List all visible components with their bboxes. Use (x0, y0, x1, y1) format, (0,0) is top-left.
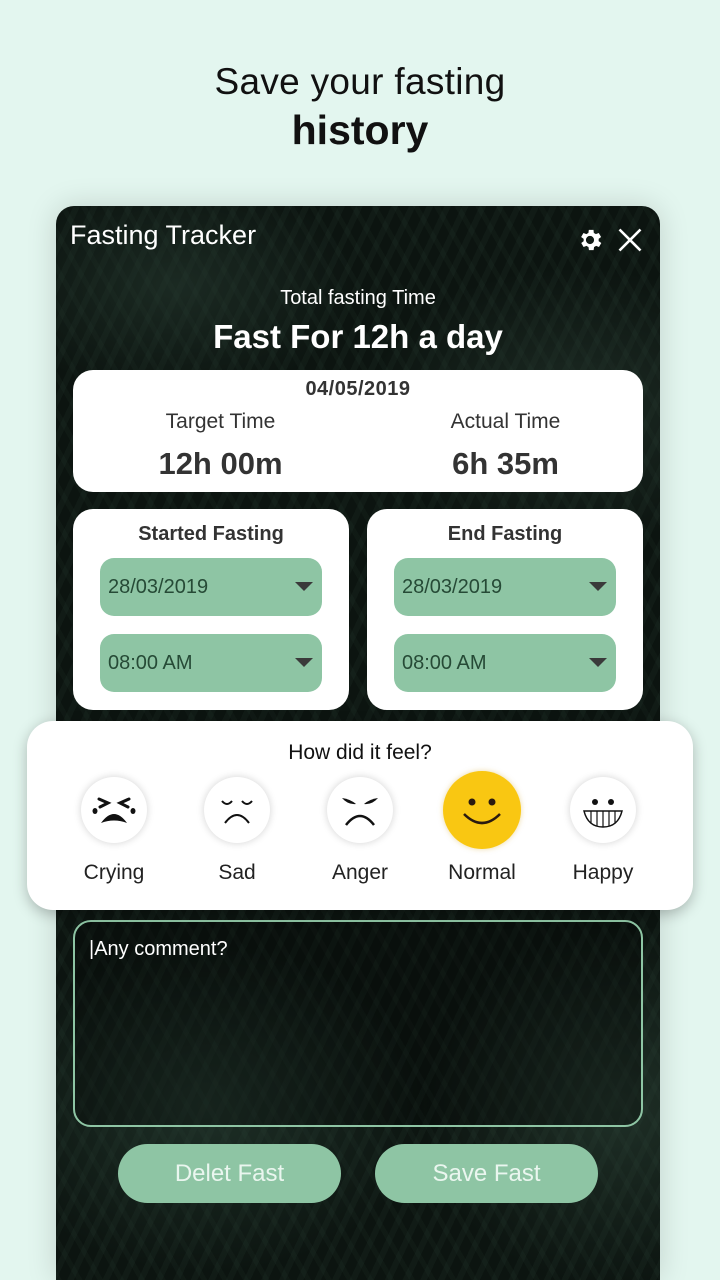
start-date-value: 28/03/2019 (108, 575, 209, 598)
actual-time-label: Actual Time (450, 410, 561, 433)
end-fasting-title: End Fasting (447, 523, 563, 545)
actual-time: Actual Time 6h 35m (363, 410, 648, 482)
mood-label: Sad (218, 861, 256, 884)
end-time-value: 08:00 AM (402, 651, 487, 674)
start-time-value: 08:00 AM (108, 651, 193, 674)
mood-option-normal[interactable]: Normal (427, 771, 537, 885)
mood-option-happy[interactable]: Happy (548, 777, 658, 885)
sad-face-icon (204, 777, 270, 843)
close-icon (618, 228, 642, 252)
save-fast-button[interactable]: Save Fast (375, 1144, 598, 1203)
grinning-face-icon (570, 777, 636, 843)
mood-option-anger[interactable]: Anger (305, 777, 415, 885)
fasting-goal: Fast For 12h a day (213, 318, 503, 355)
end-date-dropdown[interactable]: 28/03/2019 (394, 558, 616, 616)
end-time-dropdown[interactable]: 08:00 AM (394, 634, 616, 692)
end-fasting-card: End Fasting 28/03/2019 08:00 AM (367, 509, 643, 710)
summary-card: 04/05/2019 Target Time 12h 00m Actual Ti… (73, 370, 643, 492)
mood-card: How did it feel? Crying Sad Anger Normal… (27, 721, 693, 910)
target-time-value: 12h 00m (158, 446, 283, 481)
gear-icon (581, 229, 602, 251)
mood-question: How did it feel? (288, 741, 432, 764)
target-time: Target Time 12h 00m (78, 410, 363, 482)
comment-input[interactable]: |Any comment? (73, 920, 643, 1127)
mood-label: Normal (448, 861, 516, 884)
mood-label: Anger (331, 861, 389, 884)
promo-headline: Save your fasting history (0, 60, 720, 156)
actual-time-value: 6h 35m (452, 446, 559, 481)
settings-button[interactable] (574, 224, 606, 256)
mood-option-crying[interactable]: Crying (59, 777, 169, 885)
summary-date: 04/05/2019 (305, 378, 411, 400)
total-fasting-label: Total fasting Time (280, 287, 436, 309)
angry-face-icon (327, 777, 393, 843)
end-date-value: 28/03/2019 (402, 575, 503, 598)
chevron-down-icon (295, 582, 313, 591)
crying-face-icon (81, 777, 147, 843)
target-time-label: Target Time (165, 410, 276, 433)
mood-option-sad[interactable]: Sad (182, 777, 292, 885)
started-fasting-card: Started Fasting 28/03/2019 08:00 AM (73, 509, 349, 710)
start-time-dropdown[interactable]: 08:00 AM (100, 634, 322, 692)
start-date-dropdown[interactable]: 28/03/2019 (100, 558, 322, 616)
smiling-face-icon (443, 771, 521, 849)
app-title: Fasting Tracker (70, 220, 257, 250)
close-button[interactable] (614, 224, 646, 256)
chevron-down-icon (295, 658, 313, 667)
chevron-down-icon (589, 582, 607, 591)
headline-line1: Save your fasting (214, 61, 506, 102)
delete-fast-button[interactable]: Delet Fast (118, 1144, 341, 1203)
comment-placeholder: |Any comment? (89, 938, 228, 960)
started-fasting-title: Started Fasting (138, 523, 284, 545)
chevron-down-icon (589, 658, 607, 667)
mood-label: Crying (83, 861, 145, 884)
headline-line2: history (291, 107, 429, 153)
mood-label: Happy (572, 861, 634, 884)
